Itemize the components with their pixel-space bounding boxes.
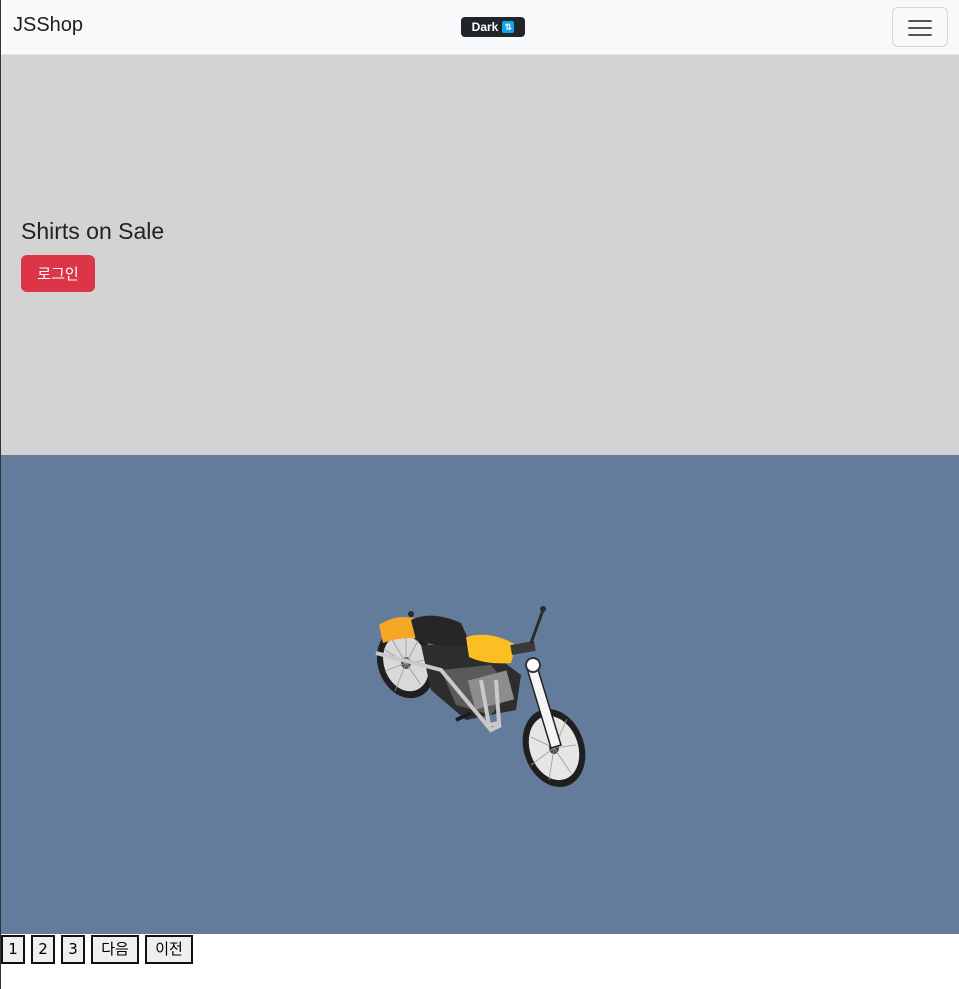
pagination: 1 2 3 다음 이전 <box>1 935 193 964</box>
brand-logo[interactable]: JSShop <box>13 14 83 37</box>
product-image-panel <box>1 455 959 934</box>
hero-title: Shirts on Sale <box>21 218 165 244</box>
navbar: JSShop Dark ⇅ <box>1 0 959 55</box>
login-button[interactable]: 로그인 <box>21 255 95 292</box>
page-button-3[interactable]: 3 <box>61 935 85 964</box>
next-button[interactable]: 다음 <box>91 935 139 964</box>
page: JSShop Dark ⇅ Shirts on Sale 로그인 1 2 3 다… <box>0 0 959 989</box>
menu-toggle-button[interactable] <box>892 7 948 47</box>
hamburger-icon <box>908 19 932 37</box>
theme-toggle-button[interactable]: Dark ⇅ <box>461 17 525 37</box>
page-button-1[interactable]: 1 <box>1 935 25 964</box>
page-button-2[interactable]: 2 <box>31 935 55 964</box>
theme-toggle-label: Dark <box>471 20 499 34</box>
hero-banner: Shirts on Sale 로그인 <box>1 55 959 455</box>
toggle-icon: ⇅ <box>502 21 515 33</box>
motorcycle-image <box>375 606 586 787</box>
prev-button[interactable]: 이전 <box>145 935 193 964</box>
